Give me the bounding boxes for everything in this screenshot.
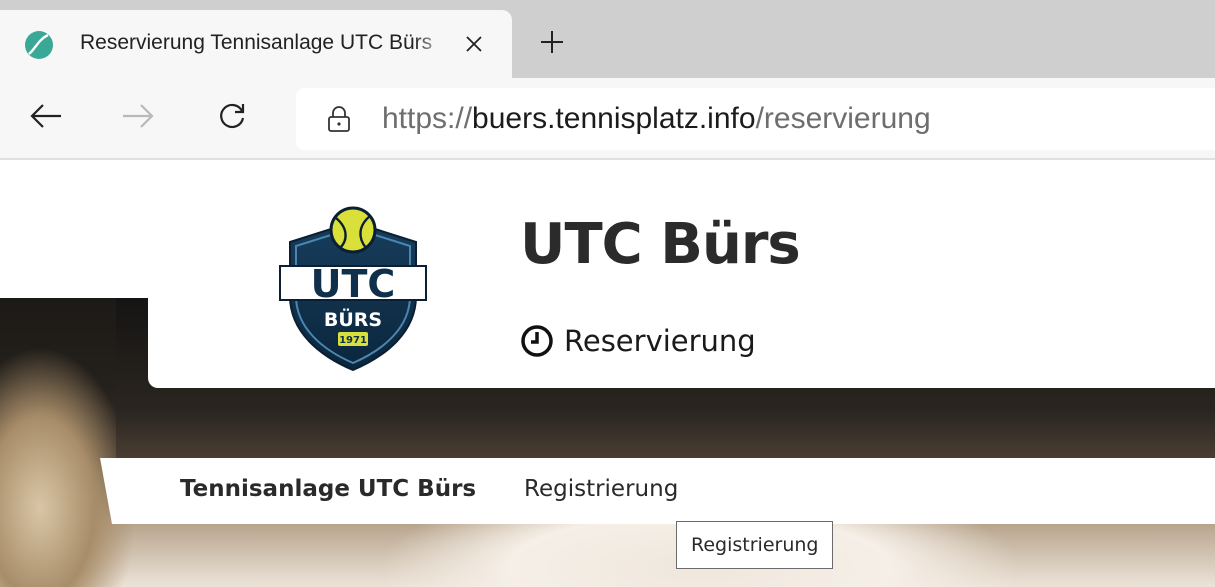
site-title: UTC Bürs [520,212,801,277]
logo-text-year: 1971 [339,335,367,346]
tooltip: Registrierung [676,521,834,569]
address-bar[interactable]: https://buers.tennisplatz.info/reservier… [296,88,1215,150]
site-header: UTC BÜRS 1971 UTC Bürs Reservierung [148,160,1215,388]
nav-item-tennisanlage[interactable]: Tennisanlage UTC Bürs [180,476,476,502]
tennis-ball-icon [24,30,54,60]
page-subtitle: Reservierung [520,324,756,358]
subtitle-text: Reservierung [564,324,756,358]
reload-icon [217,101,247,135]
forward-button[interactable] [118,98,158,138]
logo-text-utc: UTC [311,262,396,306]
browser-window: Reservierung Tennisanlage UTC Bürs https… [0,0,1215,587]
url-path: /reservierung [755,102,931,135]
back-button[interactable] [26,98,66,138]
url-scheme: https:// [382,102,473,135]
clock-icon [520,324,554,358]
new-tab-button[interactable] [532,24,572,64]
nav-item-registrierung[interactable]: Registrierung [524,476,678,502]
browser-tab-active[interactable]: Reservierung Tennisanlage UTC Bürs [0,10,512,78]
arrow-right-icon [121,103,155,133]
tab-title: Reservierung Tennisanlage UTC Bürs [80,31,433,54]
arrow-left-icon [29,103,63,133]
url-host: buers.tennisplatz.info [472,102,756,135]
lock-icon[interactable] [326,105,352,133]
plus-icon [539,29,565,59]
web-page: UTC BÜRS 1971 UTC Bürs Reservierung Tenn… [0,160,1215,587]
close-icon[interactable] [462,32,486,56]
browser-toolbar: https://buers.tennisplatz.info/reservier… [0,78,1215,160]
main-navigation: Tennisanlage UTC Bürs Registrierung [100,458,1215,524]
logo-text-buers: BÜRS [324,307,382,331]
reload-button[interactable] [212,98,252,138]
tab-strip: Reservierung Tennisanlage UTC Bürs [0,0,1215,78]
club-logo[interactable]: UTC BÜRS 1971 [278,204,428,372]
url-text: https://buers.tennisplatz.info/reservier… [382,102,931,136]
